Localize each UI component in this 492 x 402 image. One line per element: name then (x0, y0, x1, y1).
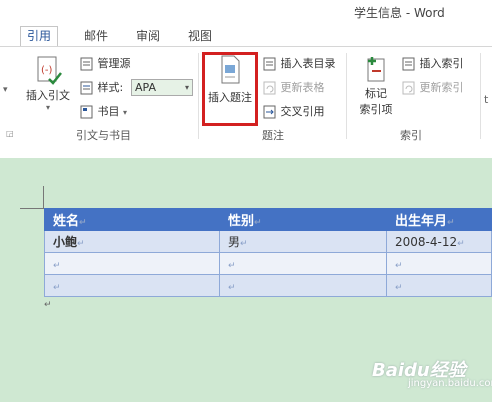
manage-sources-icon (80, 57, 93, 71)
table-cell[interactable]: ↵ (44, 274, 220, 297)
bibliography-label: 书目 (97, 105, 120, 118)
chevron-down-icon: ▾ (45, 103, 50, 112)
update-index-button[interactable]: 更新索引 (402, 79, 464, 97)
svg-text:(-): (-) (41, 65, 53, 76)
table-cell[interactable]: ↵ (44, 252, 220, 275)
paragraph-mark: ↵ (44, 300, 52, 310)
cross-reference-label: 交叉引用 (280, 105, 325, 118)
ribbon-tabs: 引用 邮件 审阅 视图 (0, 24, 492, 47)
ribbon-overflow-icon: t (484, 93, 489, 106)
title-bar: 学生信息 - Word (0, 0, 492, 24)
table-cell[interactable]: 2008-4-12↵ (386, 230, 492, 253)
insert-index-button[interactable]: 插入索引 (402, 55, 464, 73)
insert-index-label: 插入索引 (419, 57, 464, 70)
bibliography-icon (80, 105, 93, 119)
style-value: APA (135, 81, 156, 94)
table-header-row: 姓名↵ 性别↵ 出生年月↵ (44, 208, 492, 231)
table-cell[interactable]: ↵ (386, 274, 492, 297)
table-header-cell[interactable]: 出生年月↵ (386, 208, 492, 231)
group-separator (346, 53, 347, 139)
table-row: ↵ ↵ ↵ (44, 252, 492, 275)
table-row: ↵ ↵ ↵ (44, 274, 492, 297)
captions-group-label: 题注 (262, 129, 284, 142)
mark-entry-button[interactable]: 标记 索引项 (354, 55, 398, 117)
chevron-down-icon[interactable]: ▾ (3, 85, 8, 95)
tab-view[interactable]: 视图 (188, 27, 212, 46)
margin-mark-horizontal (20, 208, 44, 209)
insert-index-icon (402, 57, 415, 71)
student-table: 姓名↵ 性别↵ 出生年月↵ 小鲍↵ 男↵ 2008-4-12↵ ↵ ↵ ↵ ↵ … (44, 208, 492, 297)
insert-citation-icon: (-) (37, 56, 62, 85)
margin-mark-vertical (43, 186, 44, 208)
update-index-label: 更新索引 (419, 81, 464, 94)
chevron-down-icon: ▾ (184, 83, 189, 92)
mark-entry-label-1: 标记 (365, 87, 387, 100)
group-separator (198, 53, 199, 139)
index-group-label: 索引 (400, 129, 422, 142)
update-table-button[interactable]: 更新表格 (263, 79, 325, 97)
ribbon-document-gap (0, 144, 492, 158)
update-table-label: 更新表格 (280, 81, 325, 94)
window-title: 学生信息 - Word (354, 6, 445, 20)
tab-review[interactable]: 审阅 (136, 27, 160, 46)
watermark-url: jingyan.baidu.com (408, 378, 492, 389)
bibliography-button[interactable]: 书目 ▾ (80, 103, 127, 121)
table-cell[interactable]: ↵ (219, 252, 387, 275)
table-header-cell[interactable]: 性别↵ (219, 208, 387, 231)
manage-sources-label: 管理源 (97, 57, 131, 70)
insert-table-of-figures-label: 插入表目录 (280, 57, 336, 70)
style-label: 样式: (97, 81, 124, 94)
highlight-box (202, 52, 258, 126)
manage-sources-button[interactable]: 管理源 (80, 55, 131, 73)
table-of-figures-icon (263, 57, 276, 71)
table-cell[interactable]: 男↵ (219, 230, 387, 253)
table-cell[interactable]: ↵ (219, 274, 387, 297)
table-cell[interactable]: 小鲍↵ (44, 230, 220, 253)
mark-entry-icon (367, 57, 385, 82)
insert-citation-label: 插入引文 (26, 89, 70, 102)
group-separator (480, 53, 481, 139)
table-header-cell[interactable]: 姓名↵ (44, 208, 220, 231)
cross-reference-button[interactable]: 交叉引用 (263, 103, 325, 121)
dialog-launcher-icon[interactable]: ◲ (6, 129, 14, 138)
table-row: 小鲍↵ 男↵ 2008-4-12↵ (44, 230, 492, 253)
tab-mailings[interactable]: 邮件 (84, 27, 108, 46)
insert-table-of-figures-button[interactable]: 插入表目录 (263, 55, 336, 73)
tab-references[interactable]: 引用 (20, 26, 59, 47)
insert-citation-button[interactable]: (-) 插入引文 ▾ (22, 55, 74, 112)
table-cell[interactable]: ↵ (386, 252, 492, 275)
chevron-down-icon: ▾ (123, 108, 128, 117)
update-table-icon (263, 81, 276, 95)
style-icon (80, 81, 93, 95)
cross-reference-icon (263, 105, 276, 119)
citations-group-label: 引文与书目 (76, 129, 131, 142)
style-selector: 样式: (80, 79, 123, 97)
mark-entry-label-2: 索引项 (359, 103, 393, 116)
style-dropdown[interactable]: APA ▾ (131, 79, 193, 96)
update-index-icon (402, 81, 415, 95)
